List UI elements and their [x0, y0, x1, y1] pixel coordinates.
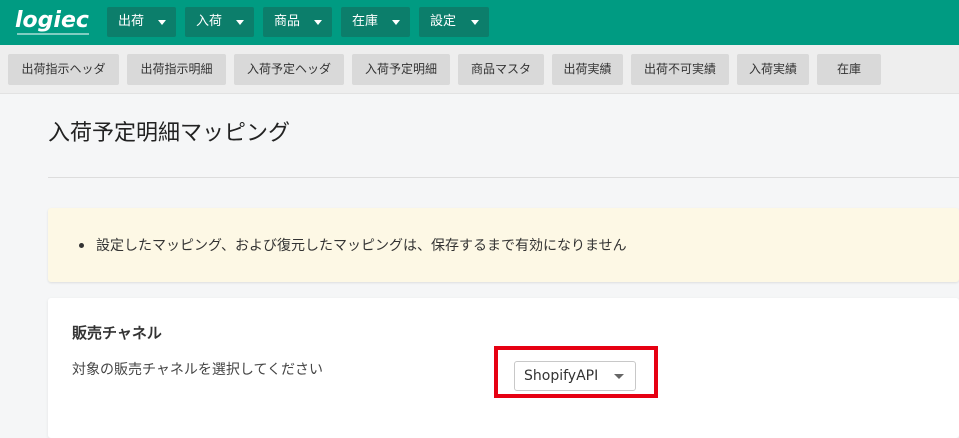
caret-down-icon — [471, 20, 479, 25]
tab-shipping-unavailable-results[interactable]: 出荷不可実績 — [631, 54, 729, 85]
nav-label: 設定 — [430, 14, 457, 29]
sales-channel-select[interactable]: ShopifyAPI — [514, 361, 636, 391]
nav-receiving-dropdown[interactable]: 入荷 — [185, 7, 254, 37]
top-navbar: logiec 出荷 入荷 商品 在庫 設定 — [0, 0, 959, 45]
tab-product-master[interactable]: 商品マスタ — [458, 54, 544, 85]
sales-channel-card: 販売チャネル 対象の販売チャネルを選択してください ShopifyAPI — [48, 298, 959, 438]
page-title: 入荷予定明細マッピング — [48, 121, 291, 146]
tab-shipping-detail[interactable]: 出荷指示明細 — [127, 54, 226, 85]
notice-box: 設定したマッピング、および復元したマッピングは、保存するまで有効になりません — [48, 208, 959, 282]
nav-inventory-dropdown[interactable]: 在庫 — [341, 7, 410, 37]
tab-receiving-results[interactable]: 入荷実績 — [737, 54, 809, 85]
caret-down-icon — [314, 20, 322, 25]
nav-label: 商品 — [274, 14, 301, 29]
tab-shipping-header[interactable]: 出荷指示ヘッダ — [8, 54, 119, 85]
tab-receiving-plan-detail[interactable]: 入荷予定明細 — [352, 54, 450, 85]
caret-down-icon — [614, 374, 624, 379]
mapping-tabs-bar: 出荷指示ヘッダ 出荷指示明細 入荷予定ヘッダ 入荷予定明細 商品マスタ 出荷実績… — [0, 45, 959, 94]
tab-shipping-results[interactable]: 出荷実績 — [552, 54, 623, 85]
nav-label: 出荷 — [118, 14, 145, 29]
nav-label: 入荷 — [196, 14, 223, 29]
caret-down-icon — [158, 20, 166, 25]
notice-text: 設定したマッピング、および復元したマッピングは、保存するまで有効になりません — [96, 238, 627, 254]
bullet-icon — [79, 243, 84, 248]
logo[interactable]: logiec — [15, 8, 89, 33]
nav-products-dropdown[interactable]: 商品 — [263, 7, 332, 37]
caret-down-icon — [236, 20, 244, 25]
tab-receiving-plan-header[interactable]: 入荷予定ヘッダ — [234, 54, 344, 85]
nav-shipping-dropdown[interactable]: 出荷 — [107, 7, 176, 37]
logo-underline — [17, 33, 89, 35]
divider — [48, 177, 959, 178]
tab-inventory[interactable]: 在庫 — [817, 54, 881, 85]
nav-settings-dropdown[interactable]: 設定 — [419, 7, 489, 37]
sales-channel-description: 対象の販売チャネルを選択してください — [72, 362, 324, 378]
sales-channel-title: 販売チャネル — [72, 324, 162, 342]
nav-label: 在庫 — [352, 14, 379, 29]
caret-down-icon — [392, 20, 400, 25]
selected-value: ShopifyAPI — [524, 368, 599, 384]
